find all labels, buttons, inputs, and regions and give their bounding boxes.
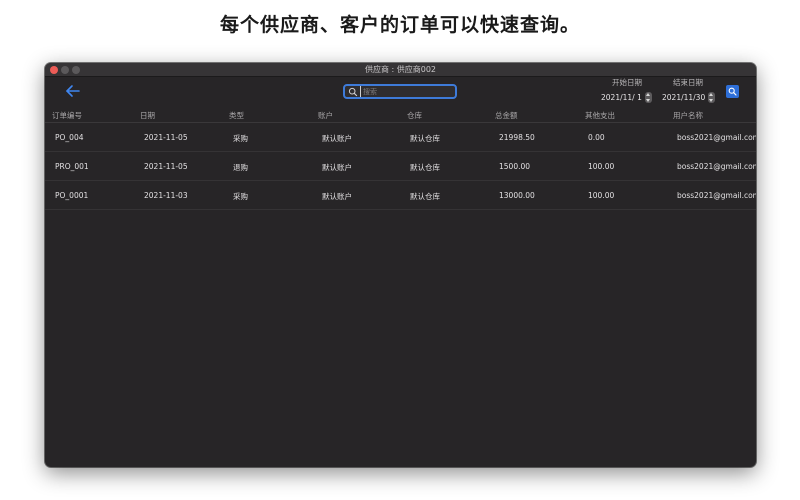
cell-order-no: PRO_001 [55,162,89,171]
cell-other-expense: 100.00 [588,162,615,171]
column-header[interactable]: 订单编号 [52,110,82,121]
end-date-picker[interactable]: 2021/11/30 [662,91,716,103]
end-date-value: 2021/11/30 [662,92,706,102]
cell-other-expense: 0.00 [588,133,605,142]
query-button[interactable] [726,85,739,98]
cell-date: 2021-11-05 [144,162,188,171]
table-header: 订单编号 日期 类型 账户 仓库 总金额 其他支出 用户名称 [45,107,756,123]
cell-type: 退购 [233,163,248,172]
end-date-label: 结束日期 [673,78,703,87]
back-button[interactable] [63,81,83,101]
column-header[interactable]: 日期 [140,110,155,121]
cell-date: 2021-11-03 [144,191,188,200]
cell-type: 采购 [233,134,248,143]
start-date-label: 开始日期 [612,78,642,87]
table-row[interactable]: PRO_001 2021-11-05 退购 默认账户 默认仓库 1500.00 … [45,152,756,181]
cell-type: 采购 [233,192,248,201]
cell-other-expense: 100.00 [588,191,615,200]
cell-order-no: PO_004 [55,133,84,142]
cell-user: boss2021@gmail.com [677,133,756,142]
cell-total: 1500.00 [499,162,531,171]
cell-user: boss2021@gmail.com [677,191,756,200]
window-title: 供应商 : 供应商002 [364,65,437,74]
start-date-stepper[interactable] [644,91,652,103]
cell-total: 21998.50 [499,133,535,142]
search-icon [348,87,358,97]
orders-table: 订单编号 日期 类型 账户 仓库 总金额 其他支出 用户名称 PO_004 20… [45,107,756,210]
cell-account: 默认账户 [322,134,352,143]
cell-account: 默认账户 [322,192,352,201]
cell-warehouse: 默认仓库 [410,192,440,201]
search-icon [728,87,737,96]
table-row[interactable]: PO_004 2021-11-05 采购 默认账户 默认仓库 21998.50 … [45,123,756,152]
end-date-stepper[interactable] [708,91,716,103]
start-date-value: 2021/11/ 1 [601,92,642,102]
column-header[interactable]: 总金额 [495,110,518,121]
cell-warehouse: 默认仓库 [410,163,440,172]
cell-order-no: PO_0001 [55,191,89,200]
app-window: 供应商 : 供应商002 开始日期 2021/11/ 1 结束日期 2021/1… [45,63,756,467]
column-header[interactable]: 用户名称 [673,110,703,121]
cell-total: 13000.00 [499,191,535,200]
promo-caption: 每个供应商、客户的订单可以快速查询。 [219,14,580,36]
column-header[interactable]: 类型 [229,110,244,121]
arrow-left-icon [66,85,80,97]
cell-account: 默认账户 [322,163,352,172]
column-header[interactable]: 仓库 [407,110,422,121]
search-box[interactable] [343,84,457,99]
search-input[interactable] [360,86,454,97]
cell-user: boss2021@gmail.com [677,162,756,171]
table-row[interactable]: PO_0001 2021-11-03 采购 默认账户 默认仓库 13000.00… [45,181,756,210]
cell-warehouse: 默认仓库 [410,134,440,143]
cell-date: 2021-11-05 [144,133,188,142]
column-header[interactable]: 其他支出 [585,110,615,121]
title-bar: 供应商 : 供应商002 [45,63,756,77]
start-date-picker[interactable]: 2021/11/ 1 [601,91,652,103]
column-header[interactable]: 账户 [318,110,333,121]
